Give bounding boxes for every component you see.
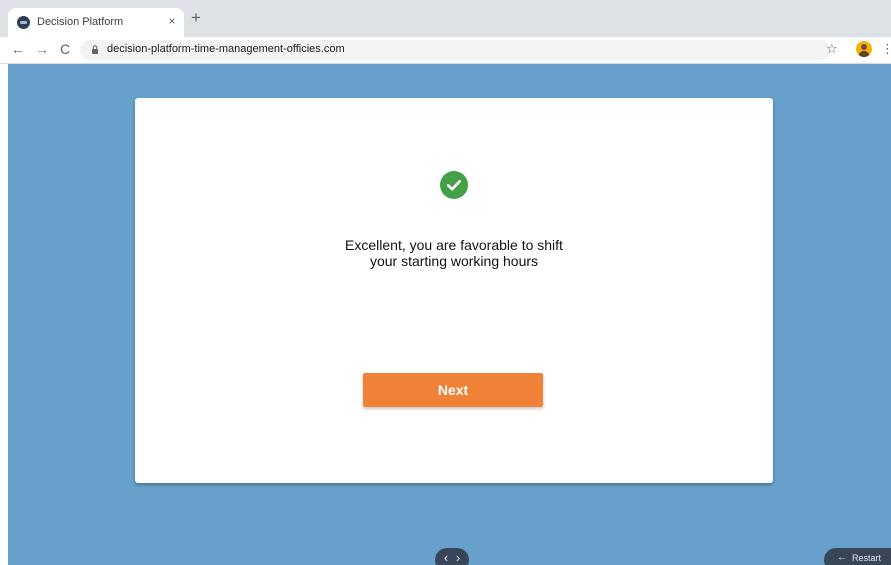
forward-arrow-icon[interactable]: → <box>34 41 50 57</box>
screenshot-frame: Decision Platform × + ← → C decision-pla… <box>0 0 891 565</box>
lock-icon <box>92 45 98 54</box>
tab-title: Decision Platform <box>37 16 124 28</box>
check-circle-icon <box>440 171 468 199</box>
restart-button[interactable]: ← Restart <box>824 548 891 565</box>
result-message: Excellent, you are favorable to shift yo… <box>135 237 773 269</box>
browser-tab-decision-platform[interactable]: Decision Platform × <box>8 8 184 37</box>
result-card: Excellent, you are favorable to shift yo… <box>135 98 773 483</box>
chevron-left-icon[interactable]: ‹ <box>440 550 452 565</box>
back-arrow-icon[interactable]: ← <box>10 41 26 57</box>
browser-tab-strip: Decision Platform × + <box>0 0 891 37</box>
slide-navigation: ‹ › <box>435 548 469 565</box>
restart-arrow-icon: ← <box>837 552 847 563</box>
decision-platform-favicon-icon <box>17 16 30 29</box>
restart-label: Restart <box>852 553 882 563</box>
star-icon[interactable]: ☆ <box>826 41 838 57</box>
browser-toolbar: ← → C decision-platform-time-management-… <box>0 37 891 64</box>
new-tab-icon[interactable]: + <box>188 9 204 27</box>
result-message-line-1: Excellent, you are favorable to shift <box>345 237 563 253</box>
address-bar[interactable]: decision-platform-time-management-offici… <box>80 40 830 60</box>
url-text: decision-platform-time-management-offici… <box>107 43 345 55</box>
next-button[interactable]: Next <box>363 373 543 407</box>
more-menu-icon[interactable]: ⋮ <box>881 41 891 57</box>
page-background: Excellent, you are favorable to shift yo… <box>8 64 891 565</box>
reload-icon[interactable]: C <box>57 41 73 57</box>
chevron-right-icon[interactable]: › <box>452 550 464 565</box>
avatar[interactable] <box>856 41 872 57</box>
tab-close-icon[interactable]: × <box>165 14 179 28</box>
result-message-line-2: your starting working hours <box>369 253 539 269</box>
